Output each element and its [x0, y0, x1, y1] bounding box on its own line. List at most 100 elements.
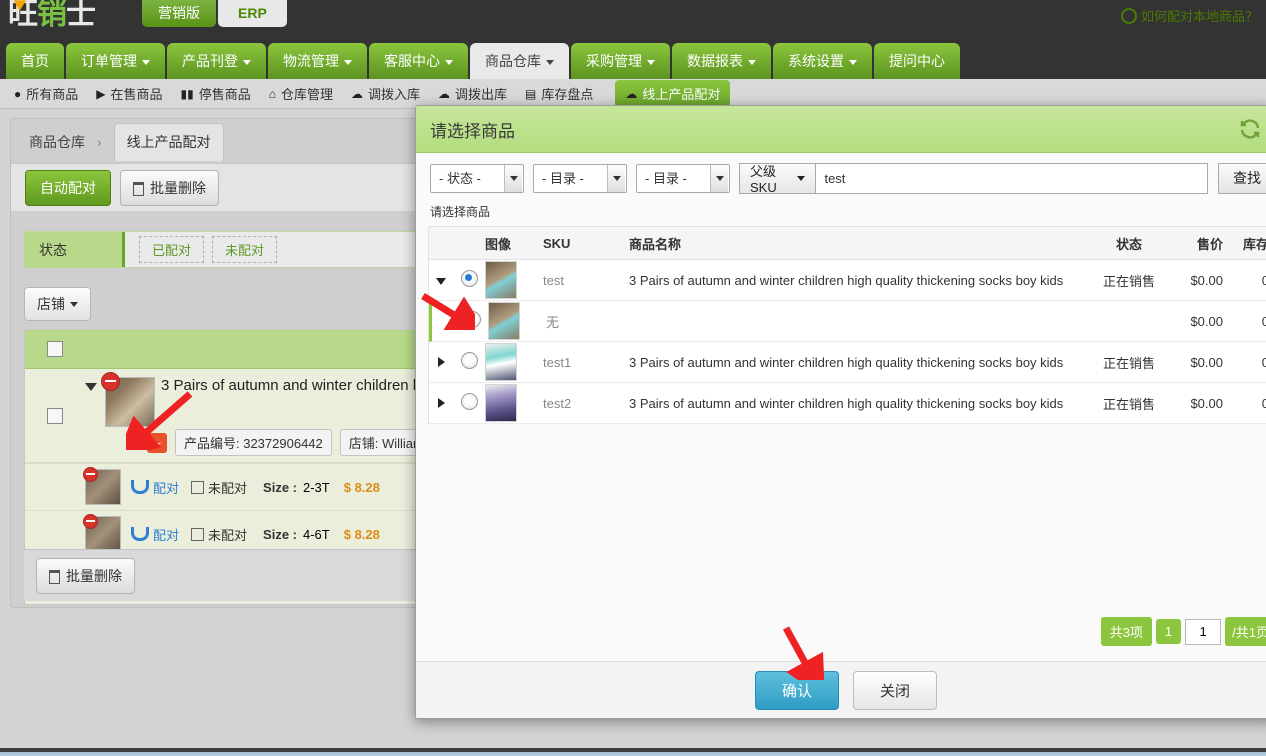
breadcrumb-active-tab[interactable]: 线上产品配对: [113, 123, 224, 161]
current-page-chip[interactable]: 1: [1155, 619, 1182, 644]
catalog-select-1-wrap: - 目录 -: [533, 163, 636, 193]
pair-link-label: 配对: [153, 527, 180, 543]
pair-link[interactable]: 配对: [131, 525, 179, 544]
help-link-label: 如何配对本地商品？: [1140, 9, 1258, 24]
size-label: Size :: [263, 526, 297, 542]
nav-item-4[interactable]: 客服中心: [369, 43, 468, 79]
row-select-cell: [25, 369, 85, 462]
batch-delete-button[interactable]: 批量删除: [120, 169, 219, 206]
catalog-select-2-wrap: - 目录 -: [636, 163, 739, 193]
row-select-cell: [456, 311, 488, 331]
stop-badge-icon: [83, 467, 98, 482]
row-radio[interactable]: [460, 270, 478, 287]
nav-item-2[interactable]: 产品刊登: [167, 43, 266, 79]
size-label: Size :: [263, 479, 297, 495]
bottom-batch-delete-button[interactable]: 批量删除: [36, 557, 135, 594]
nav-item-9[interactable]: 提问中心: [874, 43, 960, 79]
help-link[interactable]: 如何配对本地商品？: [1120, 6, 1258, 25]
row-price: $0.00: [1190, 395, 1223, 411]
search-input[interactable]: [815, 162, 1208, 194]
page-input[interactable]: [1185, 618, 1222, 645]
sku-scope-dropdown[interactable]: 父级SKU: [739, 162, 816, 195]
subnav-item-2[interactable]: ▮▮ 停售商品: [181, 84, 251, 103]
shop-dropdown-label: 店铺: [37, 296, 65, 312]
row-checkbox[interactable]: [47, 407, 63, 424]
row-radio[interactable]: [460, 393, 478, 410]
pair-link[interactable]: 配对: [131, 478, 179, 497]
chevron-down-icon: [445, 59, 453, 65]
subnav-item-label: 停售商品: [198, 87, 251, 102]
nav-item-label: 提问中心: [889, 53, 945, 69]
subnav-item-3[interactable]: ⌂ 仓库管理: [269, 84, 333, 103]
chevron-down-icon: [546, 59, 554, 65]
catalog-select-1[interactable]: - 目录 -: [533, 163, 627, 193]
unpair-option[interactable]: 未配对: [191, 478, 247, 497]
row-stock: 0: [1223, 273, 1266, 288]
header-state: 状态: [1115, 236, 1142, 252]
subnav-item-1[interactable]: ▶ 在售商品: [96, 84, 162, 103]
variant-price: $ 8.28: [343, 479, 380, 495]
catalog-select-2[interactable]: - 目录 -: [636, 163, 730, 193]
chevron-down-icon: [243, 59, 251, 65]
nav-item-3[interactable]: 物流管理: [268, 43, 367, 79]
chevron-down-icon: [797, 175, 806, 181]
row-select-cell: [453, 270, 485, 290]
expand-triangle-icon[interactable]: [437, 397, 445, 408]
nav-item-1[interactable]: 订单管理: [66, 43, 165, 79]
expand-triangle-icon[interactable]: [437, 356, 445, 367]
select-product-modal: 请选择商品 - 状态 - - 目录 - - 目录 - 父级SKU test 查找…: [415, 105, 1266, 719]
expand-triangle-icon[interactable]: [85, 383, 97, 391]
nav-item-5[interactable]: 商品仓库: [470, 43, 569, 79]
shop-dropdown-button[interactable]: 店铺: [24, 287, 91, 321]
subnav-item-7[interactable]: ☁ 线上产品配对: [615, 80, 731, 107]
table-row[interactable]: test1 3 Pairs of autumn and winter childr…: [429, 342, 1266, 383]
play-icon: ▶: [96, 86, 106, 101]
nav-item-6[interactable]: 采购管理: [571, 43, 670, 79]
table-row[interactable]: test 3 Pairs of autumn and winter childre…: [429, 260, 1266, 301]
subnav-item-5[interactable]: ☁ 调拨出库: [438, 84, 507, 103]
magnet-icon: [131, 527, 149, 541]
confirm-button[interactable]: 确认: [754, 670, 839, 710]
edition-tab-erp[interactable]: ERP: [218, 0, 287, 27]
subnav-item-label: 所有商品: [26, 87, 79, 102]
collapse-triangle-icon[interactable]: [436, 277, 446, 285]
row-expand-cell: [429, 273, 453, 288]
row-stock: 0: [1223, 314, 1266, 329]
subnav-item-0[interactable]: ● 所有商品: [14, 84, 78, 103]
row-state: 正在销售: [1102, 396, 1155, 412]
nav-item-label: 采购管理: [586, 53, 642, 69]
subnav-item-6[interactable]: ▤ 库存盘点: [525, 84, 593, 103]
trash-icon: [49, 569, 60, 584]
breadcrumb-parent[interactable]: 商品仓库 ›: [17, 124, 114, 161]
edition-tab-marketing[interactable]: 营销版: [142, 0, 216, 27]
logo-char-2: 销: [37, 0, 67, 32]
row-sku: test1: [543, 354, 572, 370]
row-price: $0.00: [1190, 272, 1223, 288]
select-all-cell: [25, 341, 85, 357]
row-radio[interactable]: [463, 311, 481, 328]
chevron-down-icon: [647, 59, 655, 65]
row-image-cell: [485, 343, 543, 381]
subnav-item-label: 调拨入库: [368, 87, 421, 102]
filter-chip-0[interactable]: 已配对: [139, 236, 205, 263]
unpair-option[interactable]: 未配对: [191, 525, 247, 544]
checkbox-icon: [191, 527, 205, 541]
auto-pair-button[interactable]: 自动配对: [25, 169, 111, 206]
row-radio[interactable]: [460, 352, 478, 369]
row-image-cell: [488, 302, 546, 340]
breadcrumb-parent-label: 商品仓库: [29, 134, 85, 150]
table-row[interactable]: 无 $0.000: [429, 301, 1266, 342]
nav-item-0[interactable]: 首页: [6, 43, 64, 79]
filter-chip-1[interactable]: 未配对: [212, 236, 278, 263]
close-button[interactable]: 关闭: [853, 670, 938, 710]
subnav-item-4[interactable]: ☁ 调拨入库: [351, 84, 420, 103]
trash-icon: [133, 181, 144, 196]
table-row[interactable]: test2 3 Pairs of autumn and winter childr…: [429, 383, 1266, 424]
nav-item-7[interactable]: 数据报表: [672, 43, 771, 79]
status-select[interactable]: - 状态 -: [430, 163, 524, 193]
select-all-checkbox[interactable]: [47, 341, 63, 357]
refresh-icon[interactable]: [1238, 117, 1262, 141]
search-button[interactable]: 查找: [1218, 162, 1266, 194]
nav-item-8[interactable]: 系统设置: [773, 43, 872, 79]
row-select-cell: [453, 352, 485, 372]
